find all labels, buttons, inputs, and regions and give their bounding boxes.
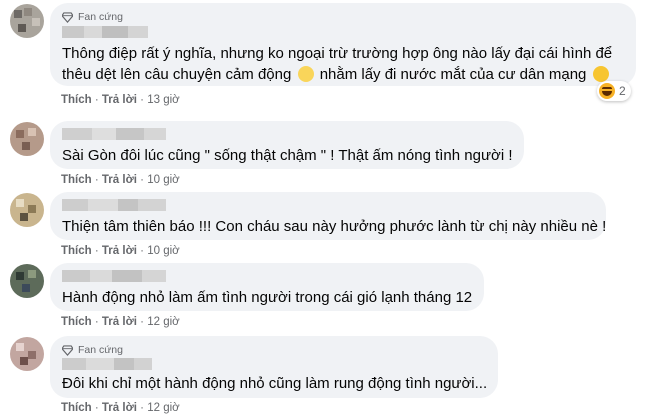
comment-text: Thông điệp rất ý nghĩa, nhưng ko ngoại t… xyxy=(62,45,613,62)
comment-text-part: thêu dệt lên câu chuyện cảm động xyxy=(62,66,292,83)
comment-text: Thiện tâm thiên báo !!! Con cháu sau này… xyxy=(62,218,607,235)
separator: · xyxy=(140,245,144,257)
like-link[interactable]: Thích xyxy=(61,316,92,328)
avatar[interactable] xyxy=(10,264,44,298)
comment-actions: Thích · Trả lời · 12 giờ xyxy=(61,316,180,328)
timestamp[interactable]: 13 giờ xyxy=(147,94,179,106)
like-link[interactable]: Thích xyxy=(61,245,92,257)
reaction-summary[interactable]: 2 xyxy=(597,81,631,101)
comment-actions: Thích · Trả lời · 10 giờ xyxy=(61,174,180,186)
smiling-face-emoji xyxy=(592,66,609,82)
diamond-icon xyxy=(62,344,73,356)
avatar[interactable] xyxy=(10,4,44,38)
haha-reaction-icon xyxy=(599,83,615,99)
separator: · xyxy=(94,245,99,257)
comment-text-line-2: thêu dệt lên câu chuyện cảm động nhằm lấ… xyxy=(62,64,624,85)
commenter-name-blurred[interactable] xyxy=(62,199,594,211)
separator: · xyxy=(94,94,99,106)
like-link[interactable]: Thích xyxy=(61,402,92,414)
like-link[interactable]: Thích xyxy=(61,174,92,186)
reaction-count: 2 xyxy=(619,84,626,98)
comment-text-part: nhằm lấy đi nước mắt của cư dân mạng xyxy=(319,66,587,83)
comment-bubble: Sài Gòn đôi lúc cũng " sống thật chậm " … xyxy=(50,121,524,169)
comment-text: Sài Gòn đôi lúc cũng " sống thật chậm " … xyxy=(62,147,513,164)
comment-actions: Thích · Trả lời · 10 giờ xyxy=(61,245,180,257)
reply-link[interactable]: Trả lời xyxy=(102,94,137,106)
comment-actions: Thích · Trả lời · 12 giờ xyxy=(61,402,180,414)
badge-label: Fan cứng xyxy=(78,344,123,356)
separator: · xyxy=(140,94,144,106)
commenter-name-blurred[interactable] xyxy=(62,358,486,370)
diamond-icon xyxy=(62,11,73,23)
separator: · xyxy=(140,174,144,186)
commenter-name-blurred[interactable] xyxy=(62,128,512,140)
comment-bubble: Thiện tâm thiên báo !!! Con cháu sau này… xyxy=(50,192,606,240)
separator: · xyxy=(94,174,99,186)
avatar[interactable] xyxy=(10,122,44,156)
comment-bubble: Hành động nhỏ làm ấm tình người trong cá… xyxy=(50,263,484,311)
separator: · xyxy=(94,316,99,328)
reply-link[interactable]: Trả lời xyxy=(102,245,137,257)
timestamp[interactable]: 10 giờ xyxy=(147,245,179,257)
commenter-name-blurred[interactable] xyxy=(62,26,624,38)
badge-label: Fan cứng xyxy=(78,11,123,23)
reply-link[interactable]: Trả lời xyxy=(102,174,137,186)
avatar[interactable] xyxy=(10,337,44,371)
comment-actions: Thích · Trả lời · 13 giờ xyxy=(61,94,180,106)
top-fan-badge: Fan cứng xyxy=(62,10,624,24)
top-fan-badge: Fan cứng xyxy=(62,343,486,357)
comment-bubble: Fan cứng Thông điệp rất ý nghĩa, nhưng k… xyxy=(50,3,636,86)
separator: · xyxy=(140,316,144,328)
reply-link[interactable]: Trả lời xyxy=(102,402,137,414)
pensive-face-emoji xyxy=(297,66,314,82)
timestamp[interactable]: 12 giờ xyxy=(147,316,179,328)
reply-link[interactable]: Trả lời xyxy=(102,316,137,328)
timestamp[interactable]: 12 giờ xyxy=(147,402,179,414)
avatar[interactable] xyxy=(10,193,44,227)
comment-text: Đôi khi chỉ một hành động nhỏ cũng làm r… xyxy=(62,375,488,392)
separator: · xyxy=(94,402,99,414)
commenter-name-blurred[interactable] xyxy=(62,270,472,282)
timestamp[interactable]: 10 giờ xyxy=(147,174,179,186)
comment-text: Hành động nhỏ làm ấm tình người trong cá… xyxy=(62,289,473,306)
separator: · xyxy=(140,402,144,414)
like-link[interactable]: Thích xyxy=(61,94,92,106)
comment-bubble: Fan cứng Đôi khi chỉ một hành động nhỏ c… xyxy=(50,336,498,398)
